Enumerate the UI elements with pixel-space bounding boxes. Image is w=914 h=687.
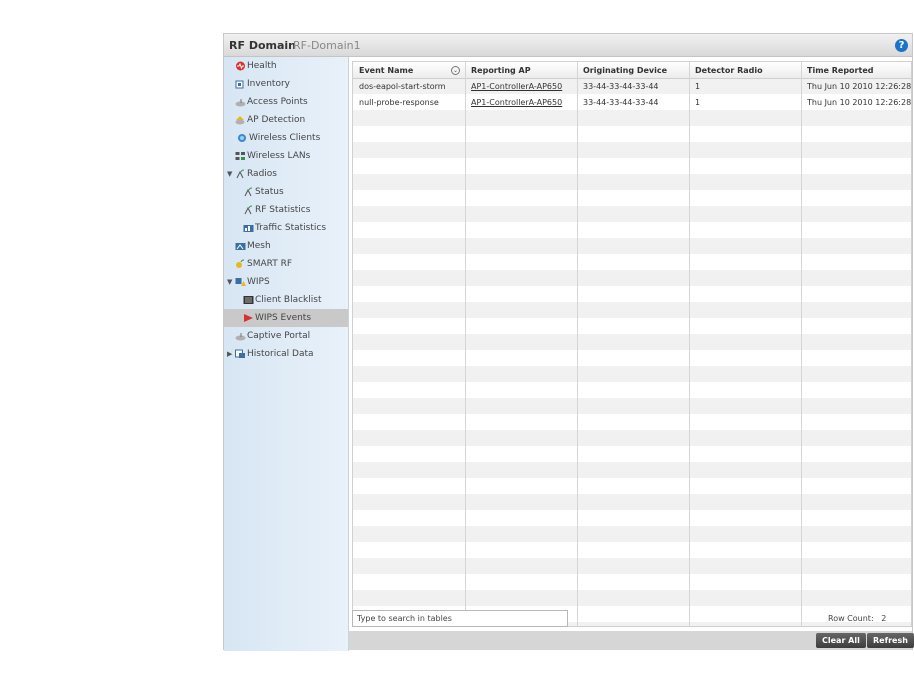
sidebar-item-label: Historical Data [247, 349, 314, 359]
help-icon[interactable]: ? [895, 39, 908, 52]
sidebar-item-label: Wireless Clients [249, 133, 321, 143]
sidebar-item-status[interactable]: Status [224, 183, 348, 201]
sidebar-item-wips-events[interactable]: WIPS Events [224, 309, 348, 327]
sidebar-item-inventory[interactable]: Inventory [224, 75, 348, 93]
mesh-icon [235, 243, 246, 250]
column-header-detector-radio[interactable]: Detector Radio [689, 62, 801, 79]
sidebar-item-smart-rf[interactable]: SMART RF [224, 255, 348, 273]
page-title: RF Domain [229, 39, 296, 52]
radios-icon [236, 169, 245, 179]
smart-rf-icon [236, 259, 245, 268]
sidebar-item-label: SMART RF [247, 259, 293, 269]
column-header-event-name[interactable]: Event Name ⌄ [353, 62, 465, 79]
sidebar-item-label: Radios [247, 169, 277, 179]
historical-data-icon [235, 349, 245, 358]
cell-event-name: dos-eapol-start-storm [359, 82, 446, 91]
sidebar-item-wips[interactable]: ▼ WIPS [224, 273, 348, 291]
panel-header: RF Domain RF-Domain1 ? [224, 34, 912, 57]
sidebar-item-label: AP Detection [247, 115, 306, 125]
wips-events-table: Event Name ⌄ Reporting AP Originating De… [352, 61, 912, 627]
refresh-button[interactable]: Refresh [867, 633, 914, 648]
wips-events-icon [244, 314, 253, 322]
sidebar-item-client-blacklist[interactable]: Client Blacklist [224, 291, 348, 309]
sidebar-item-wireless-lans[interactable]: Wireless LANs [224, 147, 348, 165]
sidebar-item-historical-data[interactable]: ▶ Historical Data [224, 345, 348, 363]
health-icon [236, 61, 245, 71]
expand-arrow-icon[interactable]: ▼ [227, 273, 232, 291]
rf-domain-panel: RF Domain RF-Domain1 ? Health Inventory … [223, 33, 914, 651]
sidebar-item-label: Wireless LANs [247, 151, 311, 161]
cell-reporting-ap-link[interactable]: AP1-ControllerA-AP650 [465, 79, 562, 95]
column-divider [577, 62, 578, 626]
column-header-originating-device[interactable]: Originating Device [577, 62, 689, 79]
sidebar-item-label: Inventory [247, 79, 290, 89]
inventory-icon [235, 80, 244, 89]
table-search-input[interactable]: Type to search in tables [352, 610, 568, 627]
sidebar-item-label: Traffic Statistics [255, 223, 327, 233]
captive-portal-icon [235, 333, 246, 341]
sidebar-item-label: Client Blacklist [255, 295, 322, 305]
sidebar-item-wireless-clients[interactable]: Wireless Clients [224, 129, 348, 147]
sidebar-item-label: Status [255, 187, 284, 197]
cell-event-name: null-probe-response [359, 98, 439, 107]
sort-icon[interactable]: ⌄ [451, 66, 460, 75]
cell-time-reported: Thu Jun 10 2010 12:26:28 PM [807, 98, 912, 107]
sidebar-item-mesh[interactable]: Mesh [224, 237, 348, 255]
wireless-lans-icon [235, 152, 245, 160]
sidebar-item-label: WIPS Events [255, 313, 312, 323]
column-header-time-reported[interactable]: Time Reported [801, 62, 911, 79]
expand-arrow-icon[interactable]: ▼ [227, 165, 232, 183]
sidebar: Health Inventory Access Points AP Detect… [224, 57, 349, 651]
row-count-value: 2 [881, 614, 887, 623]
wips-icon [235, 278, 246, 286]
sidebar-item-health[interactable]: Health [224, 57, 348, 75]
cell-originating-device: 33-44-33-44-33-44 [583, 98, 659, 107]
expand-arrow-icon[interactable]: ▶ [227, 345, 232, 363]
sidebar-item-traffic-statistics[interactable]: Traffic Statistics [224, 219, 348, 237]
column-header-reporting-ap[interactable]: Reporting AP [465, 62, 577, 79]
access-points-icon [235, 99, 246, 107]
column-divider [465, 62, 466, 626]
sidebar-item-radios[interactable]: ▼ Radios [224, 165, 348, 183]
cell-originating-device: 33-44-33-44-33-44 [583, 82, 659, 91]
antenna-icon [244, 205, 253, 215]
sidebar-item-label: Captive Portal [247, 331, 311, 341]
ap-detection-icon [235, 116, 245, 125]
cell-detector-radio: 1 [695, 98, 701, 107]
sidebar-item-ap-detection[interactable]: AP Detection [224, 111, 348, 129]
traffic-icon [243, 225, 254, 232]
column-divider [689, 62, 690, 626]
sidebar-item-access-points[interactable]: Access Points [224, 93, 348, 111]
sidebar-item-label: Mesh [247, 241, 271, 251]
column-divider [801, 62, 802, 626]
sidebar-item-label: RF Statistics [255, 205, 311, 215]
sidebar-item-rf-statistics[interactable]: RF Statistics [224, 201, 348, 219]
cell-detector-radio: 1 [695, 82, 701, 91]
sidebar-item-label: Health [247, 61, 277, 71]
sidebar-item-captive-portal[interactable]: Captive Portal [224, 327, 348, 345]
cell-time-reported: Thu Jun 10 2010 12:26:28 PM [807, 82, 912, 91]
antenna-icon [244, 187, 253, 197]
row-count-label: Row Count: [828, 614, 874, 623]
blacklist-icon [243, 296, 254, 304]
page-subtitle: RF-Domain1 [293, 39, 361, 52]
cell-reporting-ap-link[interactable]: AP1-ControllerA-AP650 [465, 95, 562, 111]
wireless-clients-icon [238, 134, 246, 142]
sidebar-item-label: Access Points [247, 97, 308, 107]
row-count: Row Count: 2 [828, 614, 886, 623]
sidebar-item-label: WIPS [247, 277, 270, 287]
clear-all-button[interactable]: Clear All [816, 633, 866, 648]
